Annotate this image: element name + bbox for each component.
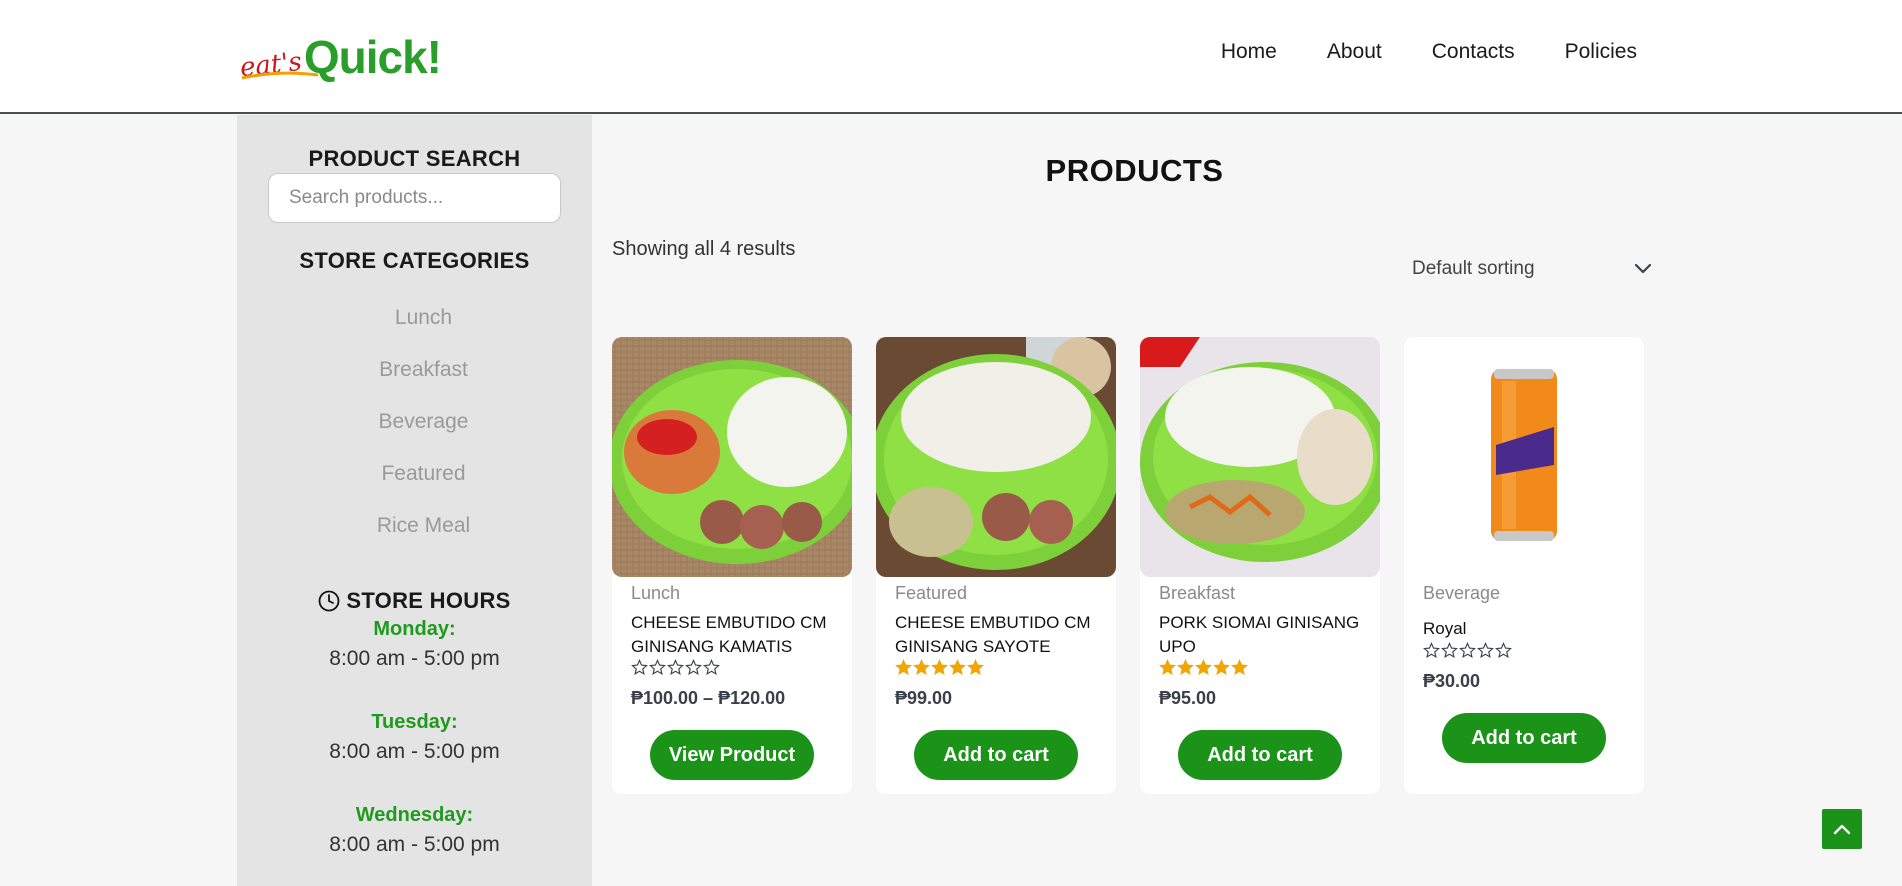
sidebar: PRODUCT SEARCH STORE CATEGORIES Lunch Br…	[237, 115, 592, 886]
food-plate-image	[876, 337, 1116, 577]
star-empty-icon	[1477, 642, 1494, 659]
view-product-button[interactable]: View Product	[650, 730, 814, 780]
site-header: eat's Quick! Home About Contacts Policie…	[0, 0, 1902, 114]
product-category: Lunch	[631, 583, 681, 603]
product-price: ₱95.00	[1159, 688, 1217, 708]
hours-day: Monday:	[373, 618, 456, 640]
star-empty-icon	[703, 659, 720, 676]
product-name[interactable]: CHEESE EMBUTIDO CM GINISANG SAYOTE	[895, 611, 1105, 659]
star-filled-icon	[949, 659, 966, 676]
product-category: Breakfast	[1159, 583, 1236, 603]
product-card[interactable]: Breakfast PORK SIOMAI GINISANG UPO ₱95.0…	[1140, 337, 1380, 794]
add-to-cart-button[interactable]: Add to cart	[1178, 730, 1342, 780]
star-empty-icon	[685, 659, 702, 676]
star-empty-icon	[1423, 642, 1440, 659]
category-item-breakfast[interactable]: Breakfast	[237, 344, 592, 396]
star-filled-icon	[1231, 659, 1248, 676]
star-filled-icon	[1195, 659, 1212, 676]
star-empty-icon	[631, 659, 648, 676]
hours-time: 8:00 am - 5:00 pm	[329, 647, 500, 670]
category-item-rice-meal[interactable]: Rice Meal	[237, 500, 592, 552]
category-item-featured[interactable]: Featured	[237, 448, 592, 500]
product-search-input[interactable]	[289, 187, 560, 209]
hours-time: 8:00 am - 5:00 pm	[329, 833, 500, 856]
star-empty-icon	[1441, 642, 1458, 659]
star-filled-icon	[967, 659, 984, 676]
add-to-cart-button[interactable]: Add to cart	[1442, 713, 1606, 763]
product-category: Beverage	[1423, 583, 1501, 603]
product-image[interactable]	[1404, 337, 1644, 577]
store-categories-heading: STORE CATEGORIES	[299, 248, 530, 273]
product-rating	[1423, 642, 1512, 659]
product-search-box	[268, 173, 561, 223]
star-empty-icon	[1495, 642, 1512, 659]
hours-day: Wednesday:	[355, 804, 474, 826]
store-hours-heading: STORE HOURS	[346, 588, 511, 613]
product-rating	[1159, 659, 1248, 676]
star-empty-icon	[1459, 642, 1476, 659]
category-list: Lunch Breakfast Beverage Featured Rice M…	[237, 292, 592, 552]
chevron-up-icon	[1833, 824, 1851, 835]
product-name[interactable]: Royal	[1423, 617, 1633, 641]
product-card[interactable]: Beverage Royal ₱30.00 Add to cart	[1404, 337, 1644, 794]
scroll-to-top-button[interactable]	[1822, 809, 1862, 849]
hours-time: 8:00 am - 5:00 pm	[329, 740, 500, 763]
clock-icon	[318, 590, 340, 612]
product-name[interactable]: PORK SIOMAI GINISANG UPO	[1159, 611, 1369, 659]
nav-policies[interactable]: Policies	[1565, 40, 1637, 64]
store-hours: STORE HOURS Monday: 8:00 am - 5:00 pm Tu…	[237, 588, 592, 886]
category-item-lunch[interactable]: Lunch	[237, 292, 592, 344]
product-card[interactable]: Lunch CHEESE EMBUTIDO CM GINISANG KAMATI…	[612, 337, 852, 794]
result-count: Showing all 4 results	[612, 238, 796, 260]
product-price: ₱99.00	[895, 688, 953, 708]
product-price: ₱30.00	[1423, 671, 1481, 691]
product-image[interactable]	[612, 337, 852, 577]
star-filled-icon	[931, 659, 948, 676]
main-nav: Home About Contacts Policies	[1221, 40, 1637, 64]
product-search-heading: PRODUCT SEARCH	[308, 146, 521, 171]
food-plate-image	[612, 337, 852, 577]
product-rating	[895, 659, 984, 676]
logo-swoosh-icon	[241, 71, 319, 80]
product-price: ₱100.00 – ₱120.00	[631, 688, 786, 708]
food-plate-image	[1140, 337, 1380, 577]
product-name[interactable]: CHEESE EMBUTIDO CM GINISANG KAMATIS	[631, 611, 841, 659]
nav-about[interactable]: About	[1327, 40, 1382, 64]
products-main: PRODUCTS Showing all 4 results Default s…	[592, 115, 1902, 886]
star-filled-icon	[1177, 659, 1194, 676]
sorting-select[interactable]: Default sorting	[1412, 251, 1652, 287]
nav-home[interactable]: Home	[1221, 40, 1277, 64]
product-image[interactable]	[876, 337, 1116, 577]
product-category: Featured	[895, 583, 968, 603]
product-card[interactable]: Featured CHEESE EMBUTIDO CM GINISANG SAY…	[876, 337, 1116, 794]
star-empty-icon	[667, 659, 684, 676]
chevron-down-icon	[1634, 263, 1652, 274]
star-filled-icon	[1159, 659, 1176, 676]
hours-day: Tuesday:	[371, 711, 458, 733]
nav-contacts[interactable]: Contacts	[1432, 40, 1515, 64]
page-title: PRODUCTS	[1045, 153, 1224, 188]
store-hours-heading-row: STORE HOURS	[237, 588, 592, 614]
site-logo[interactable]: eat's Quick!	[239, 30, 442, 83]
star-filled-icon	[913, 659, 930, 676]
soda-can-image	[1404, 337, 1644, 577]
star-empty-icon	[649, 659, 666, 676]
star-filled-icon	[895, 659, 912, 676]
category-item-beverage[interactable]: Beverage	[237, 396, 592, 448]
star-filled-icon	[1213, 659, 1230, 676]
product-rating	[631, 659, 720, 676]
product-image[interactable]	[1140, 337, 1380, 577]
add-to-cart-button[interactable]: Add to cart	[914, 730, 1078, 780]
sorting-value: Default sorting	[1412, 258, 1535, 279]
